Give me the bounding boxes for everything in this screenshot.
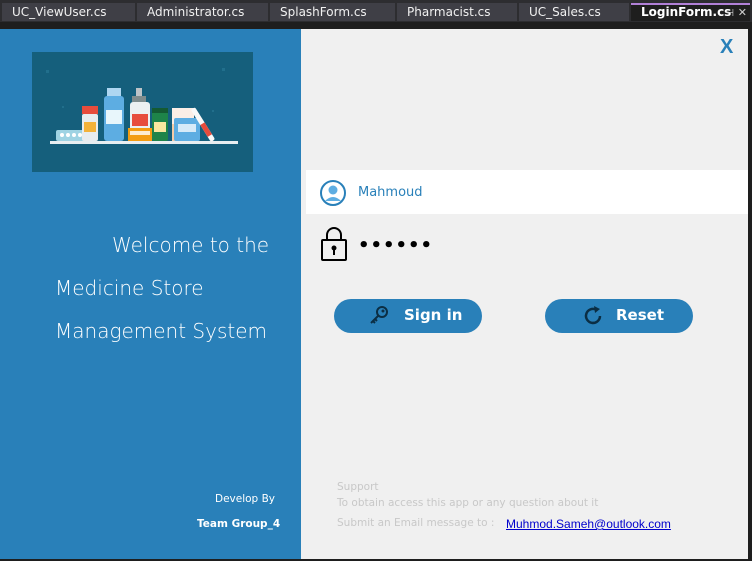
user-icon	[319, 179, 347, 211]
tab-label: UC_ViewUser.cs	[12, 5, 107, 19]
pin-icon[interactable]: ⊣	[725, 6, 734, 21]
tab-label: LoginForm.cs	[641, 5, 732, 19]
tab-uc-sales[interactable]: UC_Sales.cs	[519, 3, 629, 21]
support-email-link[interactable]: Muhmod.Sameh@outlook.com	[506, 517, 671, 531]
welcome-line-2: Medicine Store	[55, 276, 204, 300]
lock-icon	[319, 226, 349, 266]
reset-label: Reset	[616, 306, 664, 324]
password-field[interactable]: ••••••	[358, 235, 433, 256]
username-field[interactable]: Mahmoud	[358, 185, 423, 200]
tab-administrator[interactable]: Administrator.cs	[137, 3, 268, 21]
signin-button[interactable]: Sign in	[334, 299, 482, 333]
develop-by-label: Develop By	[215, 493, 275, 505]
tab-label: UC_Sales.cs	[529, 5, 601, 19]
tab-uc-viewuser[interactable]: UC_ViewUser.cs	[2, 3, 135, 21]
support-line-2: Submit an Email message to :	[337, 517, 495, 529]
tab-splashform[interactable]: SplashForm.cs	[270, 3, 395, 21]
ide-right-margin	[748, 22, 752, 561]
support-title: Support	[337, 481, 379, 493]
key-icon	[367, 304, 391, 332]
ide-editor-bar	[0, 22, 752, 29]
tab-label: SplashForm.cs	[280, 5, 367, 19]
refresh-icon	[581, 304, 605, 332]
tab-label: Pharmacist.cs	[407, 5, 491, 19]
ide-tab-strip: UC_ViewUser.cs Administrator.cs SplashFo…	[0, 0, 752, 22]
welcome-line-3: Management System	[55, 319, 267, 343]
left-panel: Welcome to the Medicine Store Management…	[0, 29, 301, 559]
team-label: Team Group_4	[197, 518, 281, 530]
support-line-1: To obtain access this app or any questio…	[337, 497, 599, 509]
right-panel	[301, 29, 748, 559]
login-form: Welcome to the Medicine Store Management…	[0, 29, 748, 559]
medicine-illustration	[32, 52, 253, 172]
close-tab-icon[interactable]: ✕	[738, 5, 747, 20]
tab-label: Administrator.cs	[147, 5, 245, 19]
signin-label: Sign in	[404, 306, 463, 324]
welcome-line-1: Welcome to the	[112, 233, 270, 257]
tab-loginform[interactable]: LoginForm.cs ⊣ ✕	[631, 3, 750, 21]
close-form-button[interactable]: X	[720, 36, 733, 59]
medicine-illustration-art	[32, 52, 253, 172]
reset-button[interactable]: Reset	[545, 299, 693, 333]
tab-pharmacist[interactable]: Pharmacist.cs	[397, 3, 517, 21]
